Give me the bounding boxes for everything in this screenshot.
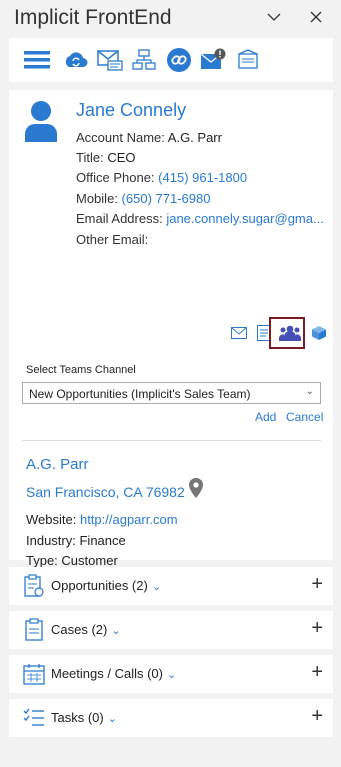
account-name[interactable]: A.G. Parr <box>26 456 89 473</box>
chevron-down-icon: ⌄ <box>305 386 314 397</box>
section-label: Opportunities (2) ⌄ <box>51 578 161 593</box>
contact-name[interactable]: Jane Connely <box>76 100 186 121</box>
contact-card: Jane Connely Account Name: A.G. Parr Tit… <box>9 90 333 598</box>
org-chart-icon <box>132 49 156 70</box>
toolbar <box>9 38 333 82</box>
field-label: Email Address: <box>76 211 163 226</box>
link-icon <box>167 48 191 72</box>
mail-alert-icon <box>200 48 226 69</box>
field-mobile: Mobile: (650) 771-6980 <box>76 191 210 207</box>
field-label: Website: <box>26 512 77 527</box>
field-value: CEO <box>107 150 136 165</box>
section-title: Opportunities (2) <box>51 578 148 593</box>
map-pin-button[interactable] <box>189 478 203 503</box>
cube-icon <box>312 326 326 340</box>
teams-channel-label: Select Teams Channel <box>26 364 136 376</box>
menu-icon <box>24 51 50 69</box>
section-meetings-calls[interactable]: Meetings / Calls (0) ⌄ + <box>9 655 333 693</box>
section-label: Cases (2) ⌄ <box>51 622 121 637</box>
tasks-icon <box>23 708 44 726</box>
contact-actions <box>225 321 275 345</box>
chevron-down-icon: ⌄ <box>166 669 177 681</box>
title-bar: Implicit FrontEnd <box>0 0 341 38</box>
add-button[interactable]: Add <box>255 410 276 424</box>
field-email: Email Address: jane.connely.sugar@gma... <box>76 211 324 227</box>
close-button[interactable] <box>304 6 328 28</box>
calendar-icon <box>23 664 45 685</box>
link-button[interactable] <box>165 46 193 74</box>
field-office-phone: Office Phone: (415) 961-1800 <box>76 170 247 186</box>
field-account-name: Account Name: A.G. Parr <box>76 130 222 146</box>
chevron-down-icon <box>267 13 281 21</box>
field-other-email: Other Email: <box>76 232 148 248</box>
window-title: Implicit FrontEnd <box>14 6 172 29</box>
field-label: Other Email: <box>76 232 149 247</box>
section-cases[interactable]: Cases (2) ⌄ + <box>9 611 333 649</box>
chevron-down-icon: ⌄ <box>151 581 162 593</box>
field-value: Customer <box>61 553 118 568</box>
mail-settings-button[interactable] <box>234 46 262 74</box>
chevron-down-icon: ⌄ <box>107 713 117 725</box>
contact-cube-button[interactable] <box>308 322 330 344</box>
add-opportunity-button[interactable]: + <box>311 573 323 596</box>
field-label: Mobile: <box>76 191 118 206</box>
section-label: Tasks (0) ⌄ <box>51 710 117 725</box>
map-pin-icon <box>189 478 203 498</box>
section-title: Tasks (0) <box>51 710 104 725</box>
field-label: Account Name: <box>76 130 165 145</box>
add-meeting-button[interactable]: + <box>311 661 323 684</box>
add-task-button[interactable]: + <box>311 705 323 728</box>
chevron-down-icon: ⌄ <box>111 625 121 637</box>
section-title: Cases (2) <box>51 622 108 637</box>
person-icon <box>25 101 57 142</box>
field-title: Title: CEO <box>76 150 136 166</box>
minimize-button[interactable] <box>262 6 286 28</box>
account-website: Website: http://agparr.com <box>26 512 178 528</box>
compose-email-button[interactable] <box>96 46 124 74</box>
field-label: Type: <box>26 553 58 568</box>
account-industry: Industry: Finance <box>26 533 126 549</box>
opportunities-icon <box>24 574 44 597</box>
contact-avatar <box>23 100 59 147</box>
section-label: Meetings / Calls (0) ⌄ <box>51 666 176 681</box>
field-label: Industry: <box>26 533 76 548</box>
cases-icon <box>25 618 43 641</box>
mobile-phone-link[interactable]: (650) 771-6980 <box>122 191 211 206</box>
menu-button[interactable] <box>23 46 51 74</box>
sync-button[interactable] <box>62 46 90 74</box>
sync-icon <box>65 52 88 67</box>
contact-email-button[interactable] <box>228 322 250 344</box>
section-tasks[interactable]: Tasks (0) ⌄ + <box>9 699 333 737</box>
email-compose-icon <box>97 50 123 71</box>
website-link[interactable]: http://agparr.com <box>80 512 178 527</box>
email-link[interactable]: jane.connely.sugar@gma... <box>166 211 324 226</box>
org-chart-button[interactable] <box>130 46 158 74</box>
add-case-button[interactable]: + <box>311 617 323 640</box>
close-icon <box>310 11 322 23</box>
field-label: Office Phone: <box>76 170 155 185</box>
field-value: Finance <box>79 533 126 548</box>
teams-channel-select[interactable]: New Opportunities (Implicit's Sales Team… <box>22 382 321 404</box>
section-opportunities[interactable]: Opportunities (2) ⌄ + <box>9 567 333 605</box>
field-value: A.G. Parr <box>167 130 222 145</box>
mail-icon <box>231 327 247 339</box>
cancel-button[interactable]: Cancel <box>286 410 323 424</box>
mail-settings-icon <box>238 49 258 69</box>
contact-teams-button[interactable] <box>279 322 301 344</box>
mail-alert-button[interactable] <box>199 46 227 74</box>
field-label: Title: <box>76 150 104 165</box>
divider <box>22 440 321 441</box>
task-pane: Jane Connely Account Name: A.G. Parr Tit… <box>9 38 333 754</box>
section-title: Meetings / Calls (0) <box>51 666 163 681</box>
selected-channel: New Opportunities (Implicit's Sales Team… <box>29 387 251 401</box>
teams-icon <box>279 325 301 341</box>
account-location[interactable]: San Francisco, CA 76982 <box>26 484 185 500</box>
office-phone-link[interactable]: (415) 961-1800 <box>158 170 247 185</box>
